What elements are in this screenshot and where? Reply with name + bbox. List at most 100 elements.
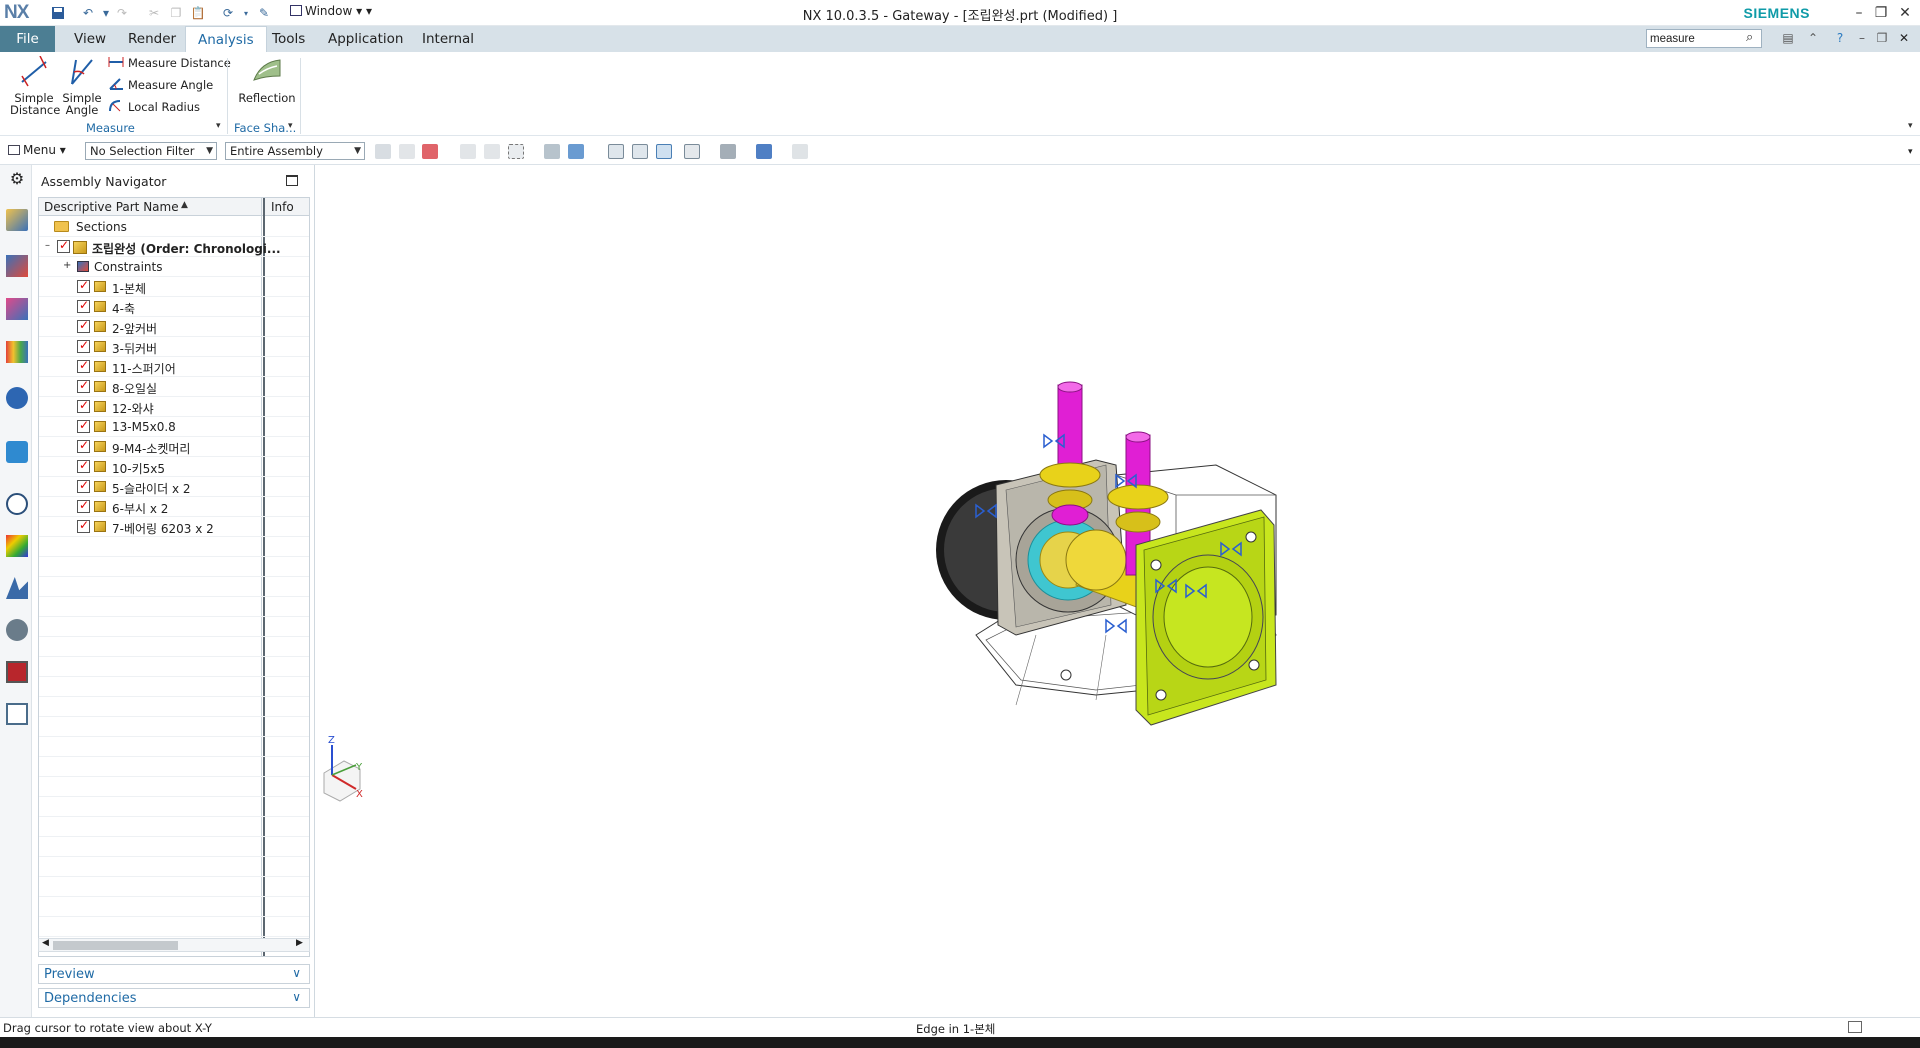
layer-icon[interactable] <box>684 144 700 159</box>
assembly-scope-select[interactable]: Entire Assembly ▼ <box>225 142 365 160</box>
tree-row-part[interactable]: 13-M5x0.8 <box>39 417 309 437</box>
graphics-window[interactable]: Z Y X <box>316 165 1920 1017</box>
ribbon-options-icon[interactable]: ▾ <box>1908 121 1913 131</box>
dependencies-panel[interactable]: Dependencies ∨ <box>38 988 310 1008</box>
visibility-checkbox[interactable] <box>77 518 90 533</box>
render-style-icon[interactable] <box>720 144 736 159</box>
history-icon[interactable] <box>6 493 28 515</box>
visibility-checkbox[interactable] <box>77 378 90 393</box>
tree-row-part[interactable]: 5-슬라이더 x 2 <box>39 477 309 497</box>
assembly-navigator-icon[interactable] <box>6 209 28 231</box>
copy-icon[interactable]: ❐ <box>168 5 184 21</box>
model-viewport[interactable]: Z Y X <box>316 165 1920 1017</box>
tree-row-part[interactable]: 9-M4-소켓머리 <box>39 437 309 457</box>
tree-row-part[interactable]: 12-와샤 <box>39 397 309 417</box>
minimize-button[interactable]: – <box>1848 3 1870 23</box>
window-menu[interactable]: Window ▾ ▾ <box>290 4 372 18</box>
tree-row-part[interactable]: 2-앞커버 <box>39 317 309 337</box>
visibility-checkbox[interactable] <box>77 478 90 493</box>
visibility-checkbox[interactable] <box>77 398 90 413</box>
ribbon-collapse-icon[interactable]: ⌃ <box>1805 30 1821 46</box>
tree-row-constraints[interactable]: + Constraints <box>39 257 309 277</box>
measure-angle-button[interactable]: Measure Angle <box>108 76 213 94</box>
rectangle-select-icon[interactable] <box>508 144 524 159</box>
point-on-curve-icon[interactable] <box>460 144 476 159</box>
process-studio-icon[interactable] <box>6 577 28 599</box>
tree-row-part[interactable]: 1-본체 <box>39 277 309 297</box>
visibility-checkbox[interactable] <box>77 318 90 333</box>
constraint-navigator-icon[interactable] <box>6 255 28 277</box>
tab-render[interactable]: Render <box>116 26 188 52</box>
general-selection-icon[interactable] <box>375 144 391 159</box>
visibility-checkbox[interactable] <box>77 358 90 373</box>
help-icon[interactable]: ? <box>1832 30 1848 46</box>
restore-button[interactable]: ❐ <box>1870 3 1892 23</box>
visibility-checkbox[interactable] <box>77 298 90 313</box>
system-materials-icon[interactable] <box>6 535 28 557</box>
hd3d-tools-icon[interactable] <box>6 387 28 409</box>
doc-close-button[interactable]: ✕ <box>1896 30 1912 46</box>
expand-icon[interactable]: + <box>63 261 71 271</box>
window-list-icon[interactable]: ▤ <box>1780 30 1796 46</box>
command-search-input[interactable] <box>1646 29 1762 48</box>
tree-row-part[interactable]: 10-키5x5 <box>39 457 309 477</box>
touch-mode-icon[interactable]: ✎ <box>256 5 272 21</box>
local-radius-button[interactable]: Local Radius <box>108 98 200 116</box>
visibility-checkbox[interactable] <box>77 458 90 473</box>
maximize-icon[interactable] <box>286 175 298 186</box>
visibility-checkbox[interactable] <box>57 238 70 253</box>
face-shape-group-label[interactable]: Face Sha... <box>234 121 296 135</box>
web-browser-icon[interactable] <box>6 441 28 463</box>
measure-group-dropdown-icon[interactable]: ▾ <box>216 121 221 131</box>
collapse-icon[interactable]: – <box>44 241 51 251</box>
scroll-left-icon[interactable]: ◀ <box>42 938 49 948</box>
tab-application[interactable]: Application <box>316 26 415 52</box>
select-objects-icon[interactable] <box>484 144 500 159</box>
visibility-checkbox[interactable] <box>77 338 90 353</box>
undo-icon[interactable]: ↶ <box>80 5 96 21</box>
reuse-library-icon[interactable] <box>6 341 28 363</box>
horizontal-scrollbar[interactable]: ◀ ▶ <box>38 938 310 952</box>
zoom-icon[interactable] <box>632 144 648 159</box>
column-descriptive-part-name[interactable]: Descriptive Part Name <box>44 200 179 214</box>
visibility-checkbox[interactable] <box>77 418 90 433</box>
visibility-checkbox[interactable] <box>77 498 90 513</box>
reflection-button[interactable]: Reflection <box>238 56 296 104</box>
repeat-dropdown-icon[interactable]: ▾ <box>238 5 254 21</box>
roles-icon[interactable] <box>6 661 28 683</box>
preview-panel[interactable]: Preview ∨ <box>38 964 310 984</box>
gearbox-model[interactable] <box>936 381 1277 726</box>
scroll-right-icon[interactable]: ▶ <box>296 938 303 948</box>
chevron-down-icon[interactable]: ∨ <box>292 966 301 980</box>
measure-distance-button[interactable]: Measure Distance <box>108 54 231 72</box>
tree-row-part[interactable]: 3-뒤커버 <box>39 337 309 357</box>
view-cube-icon[interactable] <box>756 144 772 159</box>
cut-icon[interactable]: ✂ <box>146 5 162 21</box>
save-icon[interactable] <box>50 5 66 21</box>
scrollbar-thumb[interactable] <box>53 941 178 950</box>
tree-row-part[interactable]: 11-스퍼기어 <box>39 357 309 377</box>
undo-dropdown-icon[interactable]: ▾ <box>98 5 114 21</box>
tree-row-part[interactable]: 4-축 <box>39 297 309 317</box>
simple-angle-button[interactable]: Simple Angle <box>60 56 104 116</box>
doc-restore-button[interactable]: ❐ <box>1874 30 1890 46</box>
section-view-icon[interactable] <box>792 144 808 159</box>
tree-row-part[interactable]: 7-베어링 6203 x 2 <box>39 517 309 537</box>
fit-view-icon[interactable] <box>608 144 624 159</box>
system-scenes-icon[interactable] <box>6 703 28 725</box>
select-feature-icon[interactable] <box>399 144 415 159</box>
tab-file[interactable]: File <box>0 26 55 52</box>
part-navigator-icon[interactable] <box>6 298 28 320</box>
selection-filter-select[interactable]: No Selection Filter ▼ <box>85 142 217 160</box>
view-orient-icon[interactable] <box>568 144 584 159</box>
paste-icon[interactable]: 📋 <box>190 5 206 21</box>
visibility-checkbox[interactable] <box>77 438 90 453</box>
full-screen-icon[interactable] <box>1848 1021 1862 1033</box>
tab-internal[interactable]: Internal <box>410 26 486 52</box>
menu-button[interactable]: Menu ▾ <box>8 143 66 157</box>
tree-row-root[interactable]: – 조립완성 (Order: Chronologi... <box>39 237 309 257</box>
settings-icon[interactable]: ⚙ <box>6 169 28 191</box>
toolbar-options-icon[interactable]: ▾ <box>1908 147 1913 157</box>
redo-icon[interactable]: ↷ <box>114 5 130 21</box>
chevron-down-icon[interactable]: ∨ <box>292 990 301 1004</box>
